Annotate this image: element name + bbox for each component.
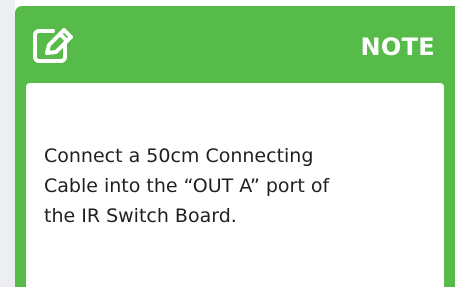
note-callout: NOTE Connect a 50cm Connecting Cable int… (15, 6, 455, 287)
note-body: Connect a 50cm Connecting Cable into the… (26, 83, 444, 287)
note-text: Connect a 50cm Connecting Cable into the… (44, 145, 330, 227)
left-side-panel (0, 0, 15, 287)
edit-note-icon (33, 28, 73, 63)
note-title: NOTE (360, 33, 435, 61)
note-header: NOTE (15, 6, 455, 86)
